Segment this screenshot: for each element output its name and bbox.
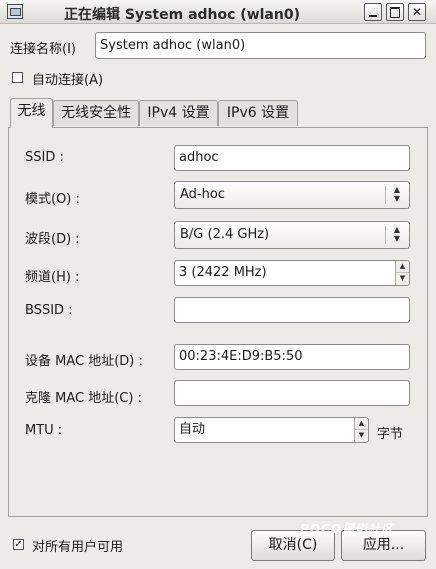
channel-value: 3 (2422 MHz) (179, 265, 267, 280)
mtu-spinbox[interactable]: 自动 ▲ ▼ (174, 417, 369, 443)
band-select-value: B/G (2.4 GHz) (180, 227, 270, 242)
auto-connect-checkbox[interactable] (12, 72, 23, 83)
channel-spin-buttons: ▲ ▼ (395, 261, 409, 285)
mtu-spin-buttons: ▲ ▼ (354, 418, 368, 442)
mode-select[interactable]: Ad-hoc ▲ ▼ (174, 181, 410, 209)
mtu-unit-label: 字节 (377, 427, 404, 442)
auto-connect-label: 自动连接(A) (32, 73, 104, 88)
combo-separator (385, 186, 386, 204)
up-down-arrows-icon: ▲ ▼ (393, 225, 401, 243)
band-label: 波段(D) : (25, 232, 80, 247)
window-title: 正在编辑 System adhoc (wlan0) (64, 7, 300, 23)
channel-label: 频道(H) : (25, 270, 80, 285)
band-select[interactable]: B/G (2.4 GHz) ▲ ▼ (174, 221, 410, 249)
tab-wireless-security[interactable]: 无线安全性 (53, 100, 139, 126)
channel-spinbox[interactable]: 3 (2422 MHz) ▲ ▼ (174, 260, 410, 286)
maximize-button[interactable] (386, 3, 404, 21)
tab-wireless[interactable]: 无线 (10, 98, 53, 128)
mode-label: 模式(O) : (25, 192, 80, 207)
connection-name-label: 连接名称(I) (10, 42, 76, 57)
watermark: POCO摄影社区 (300, 522, 395, 536)
mode-select-value: Ad-hoc (180, 187, 225, 202)
spin-down-icon[interactable]: ▼ (355, 430, 368, 442)
spin-up-icon[interactable]: ▲ (396, 261, 409, 273)
mtu-value: 自动 (179, 422, 206, 437)
minimize-button[interactable] (364, 3, 382, 21)
tab-ipv6-settings[interactable]: IPv6 设置 (218, 100, 298, 126)
bssid-input[interactable] (174, 297, 410, 323)
ssid-label: SSID : (25, 150, 64, 165)
spin-down-icon[interactable]: ▼ (396, 273, 409, 285)
bssid-label: BSSID : (25, 303, 73, 318)
close-button[interactable]: ✕ (408, 3, 426, 21)
mtu-label: MTU : (25, 423, 63, 438)
cloned-mac-input[interactable] (174, 380, 410, 406)
window-titlebar[interactable]: 正在编辑 System adhoc (wlan0) ✕ (0, 0, 436, 24)
combo-separator (385, 226, 386, 244)
device-mac-label: 设备 MAC 地址(D) : (25, 354, 143, 369)
tab-ipv4-settings[interactable]: IPv4 设置 (139, 100, 218, 126)
all-users-label: 对所有用户可用 (32, 540, 124, 555)
cloned-mac-label: 克隆 MAC 地址(C) : (25, 391, 142, 406)
network-app-icon[interactable] (7, 4, 23, 19)
spin-up-icon[interactable]: ▲ (355, 418, 368, 430)
all-users-checkbox[interactable]: ✓ (13, 539, 24, 550)
ssid-input[interactable]: adhoc (174, 145, 410, 171)
connection-name-input[interactable]: System adhoc (wlan0) (95, 32, 426, 59)
up-down-arrows-icon: ▲ ▼ (393, 185, 401, 203)
device-mac-input[interactable]: 00:23:4E:D9:B5:50 (174, 344, 410, 370)
